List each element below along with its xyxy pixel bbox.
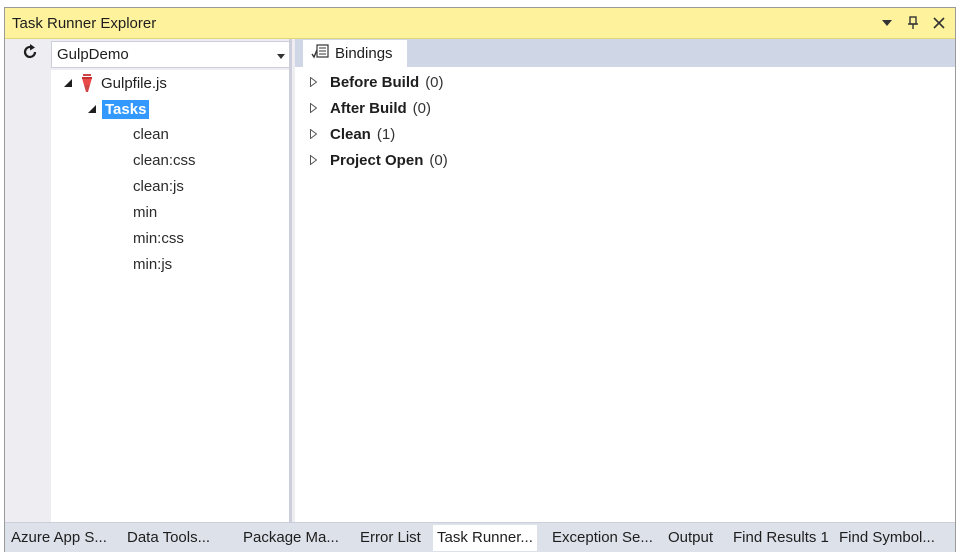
- binding-project-open[interactable]: Project Open (0): [310, 149, 448, 171]
- task-tree-panel: GulpDemo Gulpfile.js Tasks clean clean:c…: [5, 39, 292, 522]
- expanded-arrow-icon[interactable]: [87, 104, 97, 114]
- tab-bindings-label: Bindings: [335, 45, 393, 62]
- dropdown-menu-icon[interactable]: [879, 15, 895, 31]
- pin-icon[interactable]: [905, 15, 921, 31]
- tab-bindings[interactable]: Bindings: [303, 40, 407, 67]
- tree-node-gulpfile[interactable]: Gulpfile.js: [63, 72, 167, 94]
- refresh-button[interactable]: [11, 41, 49, 67]
- bindings-panel: Bindings Before Build (0) After Build (0…: [295, 39, 955, 522]
- tab-azure-app-service[interactable]: Azure App S...: [11, 525, 107, 551]
- tasks-group-label: Tasks: [102, 99, 150, 119]
- collapsed-arrow-icon[interactable]: [310, 155, 320, 165]
- binding-count: (0): [429, 151, 448, 169]
- binding-clean[interactable]: Clean (1): [310, 123, 395, 145]
- collapsed-arrow-icon[interactable]: [310, 129, 320, 139]
- tab-package-manager[interactable]: Package Ma...: [243, 525, 339, 551]
- tab-data-tools[interactable]: Data Tools...: [127, 525, 210, 551]
- tab-error-list[interactable]: Error List: [360, 525, 421, 551]
- binding-before-build[interactable]: Before Build (0): [310, 71, 444, 93]
- task-item[interactable]: clean:css: [133, 150, 196, 172]
- refresh-icon: [22, 44, 38, 64]
- binding-name: Project Open: [330, 151, 424, 169]
- expanded-arrow-icon[interactable]: [63, 78, 73, 88]
- binding-count: (1): [376, 125, 396, 143]
- task-runner-explorer-window: Task Runner Explorer GulpDemo Gulpfile.j…: [4, 7, 956, 552]
- gulp-icon: [81, 73, 93, 93]
- binding-count: (0): [412, 99, 432, 117]
- bindings-tabstrip: Bindings: [295, 39, 955, 67]
- tab-exception-settings[interactable]: Exception Se...: [552, 525, 653, 551]
- title-bar[interactable]: Task Runner Explorer: [5, 8, 955, 39]
- tree-node-tasks[interactable]: Tasks: [87, 98, 150, 120]
- binding-after-build[interactable]: After Build (0): [310, 97, 431, 119]
- binding-name: Before Build: [330, 73, 420, 91]
- task-item[interactable]: min:css: [133, 228, 184, 250]
- tab-task-runner[interactable]: Task Runner...: [433, 525, 537, 551]
- title-controls: [879, 15, 947, 31]
- bindings-list: Before Build (0) After Build (0) Clean (…: [295, 67, 955, 522]
- tab-find-symbol[interactable]: Find Symbol...: [839, 525, 935, 551]
- collapsed-arrow-icon[interactable]: [310, 103, 320, 113]
- chevron-down-icon: [277, 46, 285, 63]
- collapsed-arrow-icon[interactable]: [310, 77, 320, 87]
- binding-count: (0): [425, 73, 444, 91]
- binding-name: After Build: [330, 99, 407, 117]
- task-item[interactable]: min: [133, 202, 157, 224]
- project-dropdown-value: GulpDemo: [57, 46, 129, 63]
- task-item[interactable]: clean: [133, 124, 169, 146]
- tab-output[interactable]: Output: [668, 525, 713, 551]
- binding-name: Clean: [330, 125, 371, 143]
- gulpfile-label: Gulpfile.js: [101, 74, 167, 92]
- project-dropdown[interactable]: GulpDemo: [51, 41, 290, 68]
- bindings-icon: [311, 43, 329, 64]
- bottom-tool-window-tabs: Azure App S... Data Tools... Package Ma.…: [5, 522, 955, 552]
- task-item[interactable]: min:js: [133, 254, 172, 276]
- task-item[interactable]: clean:js: [133, 176, 184, 198]
- close-icon[interactable]: [931, 15, 947, 31]
- task-tree: Gulpfile.js Tasks clean clean:css clean:…: [51, 70, 289, 522]
- window-title: Task Runner Explorer: [12, 14, 157, 32]
- tab-find-results-1[interactable]: Find Results 1: [733, 525, 829, 551]
